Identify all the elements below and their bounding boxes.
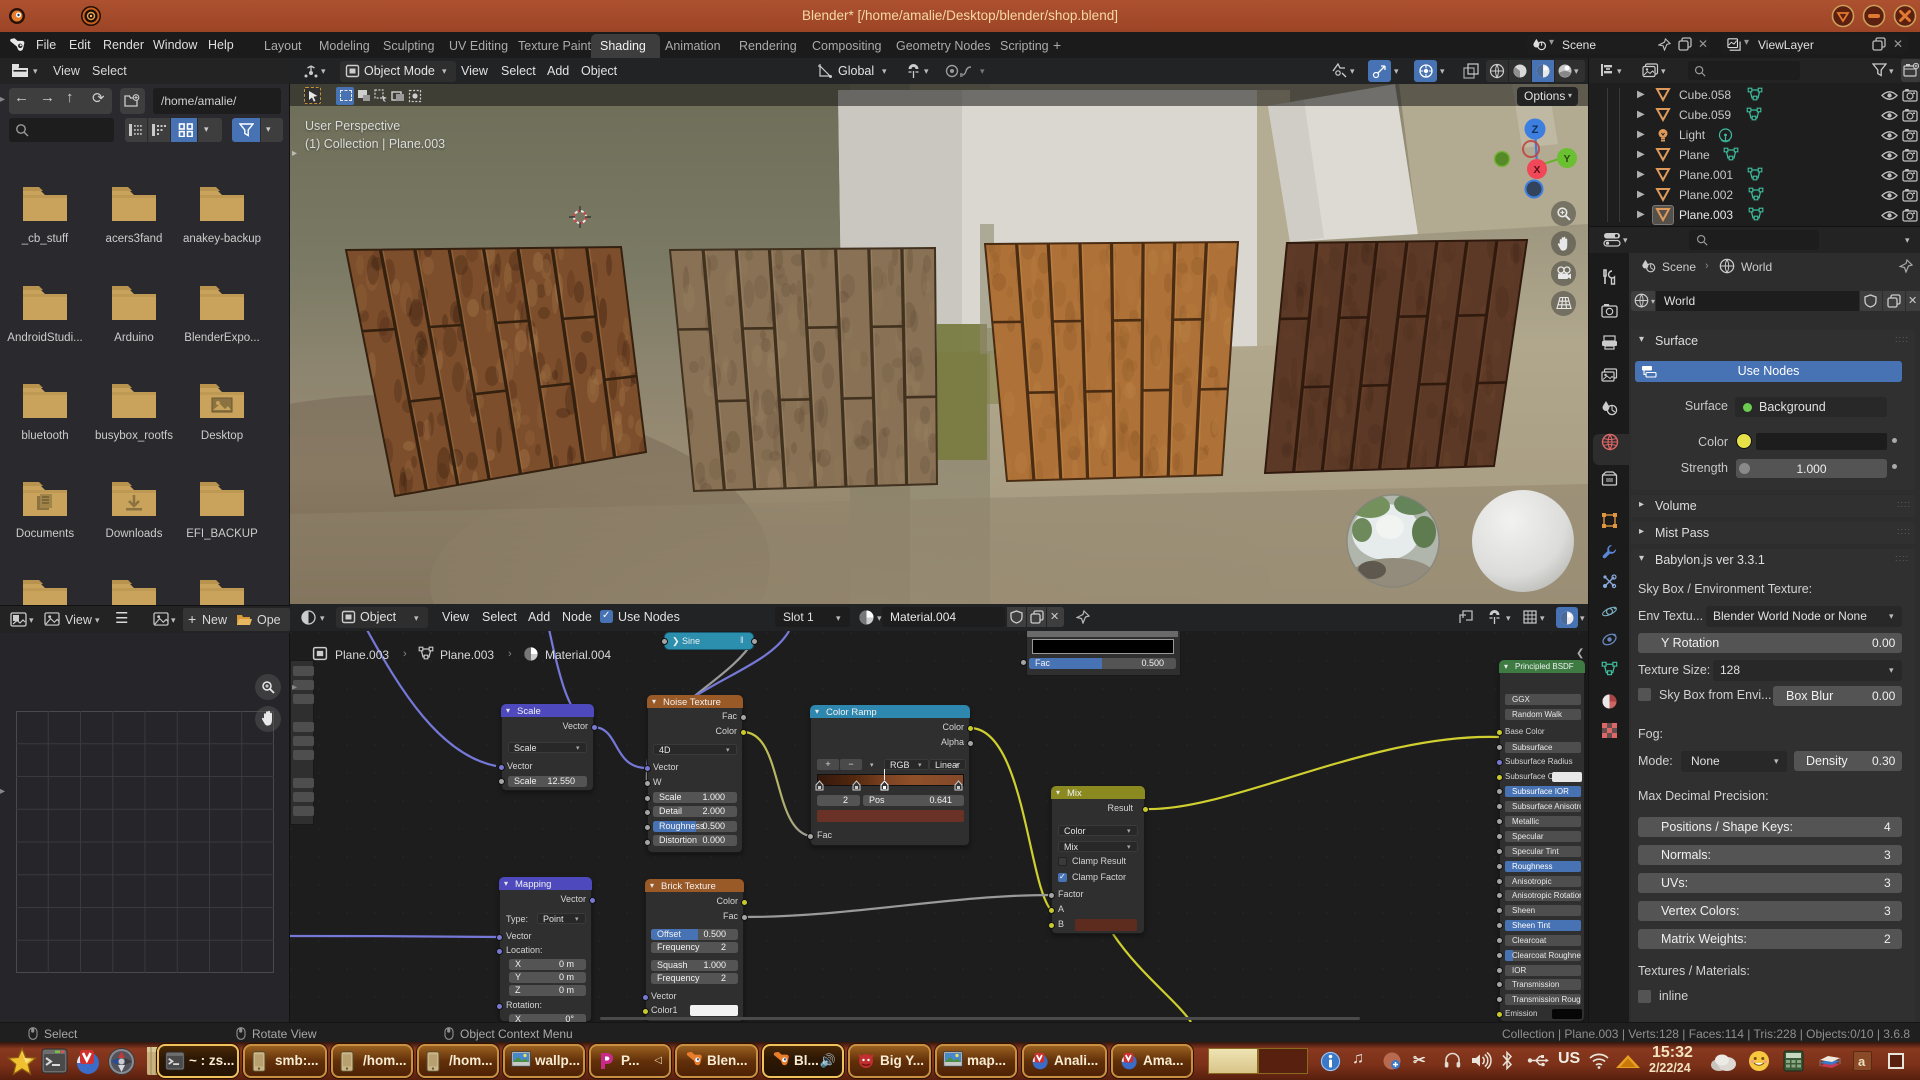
svg-text:X: X — [1533, 164, 1540, 176]
svg-text:Y: Y — [1563, 153, 1570, 165]
svg-text:Z: Z — [1532, 124, 1539, 136]
